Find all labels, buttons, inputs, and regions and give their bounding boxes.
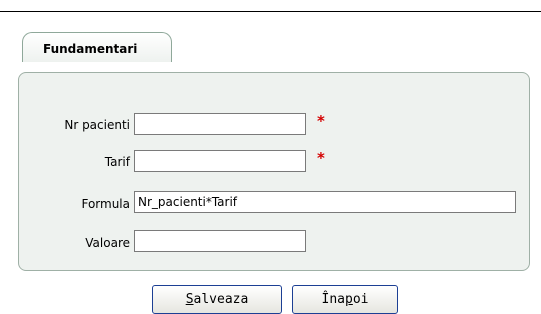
- save-button[interactable]: Salveaza: [152, 285, 282, 314]
- back-button[interactable]: Înapoi: [292, 285, 398, 314]
- back-label-pre: Îna: [321, 292, 345, 307]
- valoare-label: Valoare: [85, 236, 130, 250]
- tarif-field[interactable]: [134, 150, 306, 172]
- nr-pacienti-field[interactable]: [134, 113, 306, 135]
- nr-pacienti-label: Nr pacienti: [64, 118, 130, 132]
- back-label-rest: oi: [352, 292, 369, 307]
- tab-label: Fundamentari: [43, 42, 138, 56]
- back-accel: p: [345, 292, 353, 307]
- formula-label: Formula: [81, 197, 130, 211]
- required-marker: *: [317, 112, 325, 130]
- save-label-rest: alveaza: [193, 292, 249, 307]
- save-accel: S: [185, 292, 194, 307]
- tab-fundamentari[interactable]: Fundamentari: [22, 32, 172, 62]
- valoare-field[interactable]: [134, 230, 306, 252]
- required-marker: *: [317, 149, 325, 167]
- tarif-label: Tarif: [104, 155, 130, 169]
- formula-field[interactable]: [134, 191, 516, 213]
- top-divider: [0, 11, 541, 12]
